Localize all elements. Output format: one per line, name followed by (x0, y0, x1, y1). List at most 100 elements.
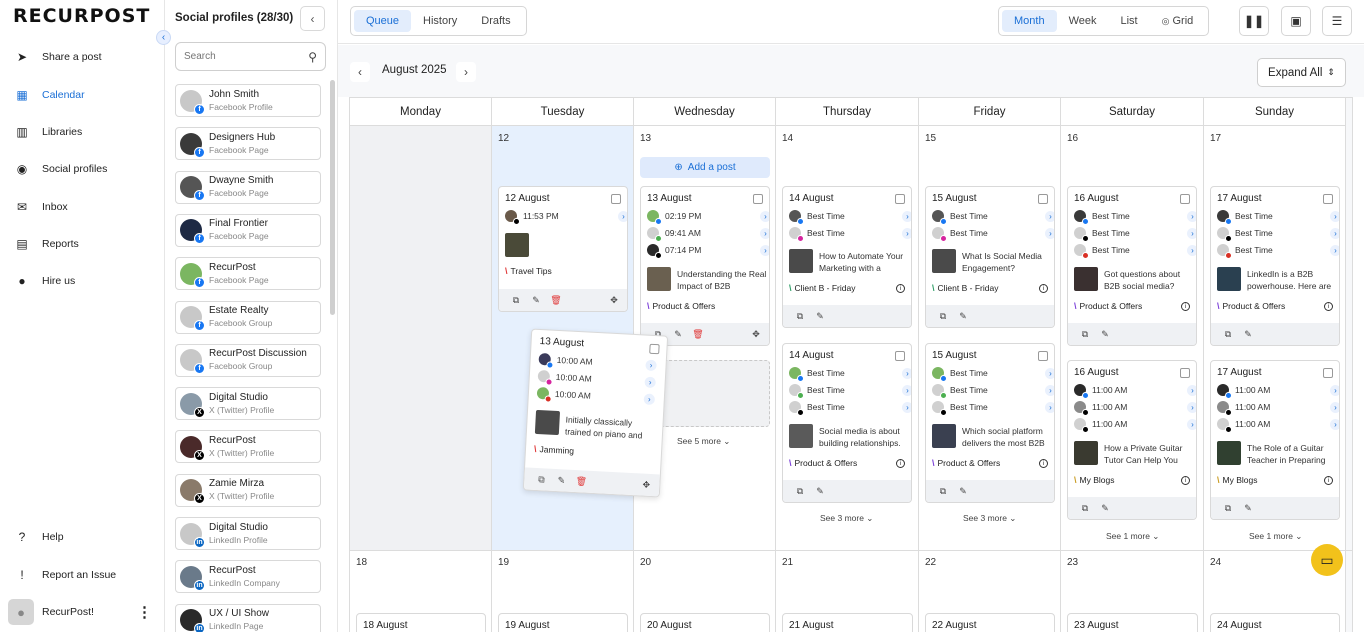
schedule-row[interactable]: Best Time › (1074, 209, 1196, 225)
edit-icon[interactable]: ✎ (956, 309, 970, 323)
select-checkbox[interactable] (1323, 368, 1333, 378)
select-checkbox[interactable] (1323, 194, 1333, 204)
schedule-row[interactable]: Best Time › (932, 209, 1054, 225)
schedule-row[interactable]: 11:53 PM › (505, 209, 627, 225)
info-icon[interactable]: i (896, 284, 905, 293)
info-icon[interactable]: i (1039, 284, 1048, 293)
nav-social-profiles[interactable]: ◉ Social profiles (8, 155, 158, 183)
select-checkbox[interactable] (611, 194, 621, 204)
profile-card[interactable]: f Estate Realty Facebook Group (175, 300, 321, 334)
view-list[interactable]: List (1109, 10, 1150, 32)
schedule-row[interactable]: 07:14 PM › (647, 243, 769, 259)
chevron-right-icon[interactable]: › (644, 376, 656, 388)
profile-card[interactable]: in Digital Studio LinkedIn Profile (175, 517, 321, 550)
user-menu[interactable]: ● RecurPost! ⋮ (8, 598, 158, 626)
schedule-row[interactable]: Best Time › (789, 366, 911, 382)
see-more-link[interactable]: See 1 more ⌄ (1106, 531, 1159, 542)
post-card[interactable]: 17 August Best Time › Best Time › Best Time › L… (1210, 186, 1340, 346)
profile-card[interactable]: f Designers Hub Facebook Page (175, 127, 321, 161)
schedule-row[interactable]: Best Time › (1217, 226, 1339, 242)
select-checkbox[interactable] (649, 343, 660, 355)
preview-icon[interactable]: ⧉ (509, 293, 523, 307)
edit-icon[interactable]: ✎ (1098, 327, 1112, 341)
schedule-row[interactable]: 11:00 AM › (1074, 383, 1196, 399)
profile-card[interactable]: X Digital Studio X (Twitter) Profile (175, 387, 321, 421)
calendar-settings-button[interactable]: ▣ (1281, 6, 1311, 36)
select-checkbox[interactable] (1038, 351, 1048, 361)
schedule-row[interactable]: 11:00 AM › (1074, 417, 1196, 433)
chevron-right-icon[interactable]: › (760, 227, 769, 239)
tab-history[interactable]: History (411, 10, 469, 32)
post-card[interactable]: 15 August Best Time › Best Time › What Is Soc… (925, 186, 1055, 328)
schedule-row[interactable]: Best Time › (789, 226, 911, 242)
post-card[interactable]: 19 August (498, 613, 628, 632)
schedule-row[interactable]: Best Time › (789, 400, 911, 416)
chevron-right-icon[interactable]: › (1330, 384, 1339, 396)
view-week[interactable]: Week (1057, 10, 1109, 32)
move-icon[interactable]: ✥ (639, 477, 654, 492)
post-card[interactable]: 21 August (782, 613, 913, 632)
info-icon[interactable]: i (1324, 476, 1333, 485)
chevron-right-icon[interactable]: › (902, 367, 911, 379)
chevron-right-icon[interactable]: › (902, 401, 911, 413)
schedule-row[interactable]: 11:00 AM › (1217, 383, 1339, 399)
edit-icon[interactable]: ✎ (813, 484, 827, 498)
next-month-button[interactable]: › (456, 62, 476, 82)
schedule-row[interactable]: Best Time › (932, 366, 1054, 382)
edit-icon[interactable]: ✎ (529, 293, 543, 307)
profile-card[interactable]: f John Smith Facebook Profile (175, 84, 321, 117)
post-card[interactable]: 12 August 11:53 PM › \ Travel Tips ⧉ ✎ 🗑 ✥ (498, 186, 628, 312)
chevron-right-icon[interactable]: › (902, 384, 911, 396)
profile-card[interactable]: X RecurPost X (Twitter) Profile (175, 430, 321, 464)
see-more-link[interactable]: See 5 more ⌄ (677, 436, 730, 447)
add-post-button[interactable]: ⊕ Add a post (640, 157, 770, 178)
post-card[interactable]: 16 August Best Time › Best Time › Best Time › G… (1067, 186, 1197, 346)
preview-icon[interactable]: ⧉ (1078, 501, 1092, 515)
schedule-row[interactable]: Best Time › (1217, 209, 1339, 225)
see-more-link[interactable]: See 3 more ⌄ (820, 513, 873, 524)
schedule-row[interactable]: 11:00 AM › (1217, 400, 1339, 416)
info-icon[interactable]: i (1324, 302, 1333, 311)
nav-report-issue[interactable]: ! Report an Issue (8, 561, 158, 589)
scrollbar[interactable] (330, 80, 335, 315)
chevron-right-icon[interactable]: › (1187, 244, 1196, 256)
nav-hire-us[interactable]: ● Hire us (8, 267, 158, 295)
chevron-right-icon[interactable]: › (760, 244, 769, 256)
edit-icon[interactable]: ✎ (1241, 327, 1255, 341)
post-card[interactable]: 18 August (356, 613, 486, 632)
nav-calendar[interactable]: ▦ Calendar (8, 81, 158, 109)
preview-icon[interactable]: ⧉ (793, 484, 807, 498)
post-card[interactable]: 23 August (1067, 613, 1198, 632)
edit-icon[interactable]: ✎ (956, 484, 970, 498)
select-checkbox[interactable] (1038, 194, 1048, 204)
info-icon[interactable]: i (1181, 476, 1190, 485)
tab-queue[interactable]: Queue (354, 10, 412, 32)
chevron-right-icon[interactable]: › (1187, 401, 1196, 413)
chevron-right-icon[interactable]: › (1045, 227, 1054, 239)
nav-share-a-post[interactable]: ➤ Share a post (8, 43, 158, 71)
delete-icon[interactable]: 🗑 (574, 474, 589, 489)
pause-button[interactable]: ❚❚ (1239, 6, 1269, 36)
schedule-row[interactable]: Best Time › (932, 226, 1054, 242)
schedule-row[interactable]: Best Time › (1217, 243, 1339, 259)
edit-icon[interactable]: ✎ (1098, 501, 1112, 515)
chevron-right-icon[interactable]: › (1330, 401, 1339, 413)
preview-icon[interactable]: ⧉ (793, 309, 807, 323)
chevron-right-icon[interactable]: › (902, 210, 911, 222)
post-card[interactable]: 24 August (1210, 613, 1340, 632)
schedule-row[interactable]: Best Time › (1074, 243, 1196, 259)
chevron-right-icon[interactable]: › (1045, 367, 1054, 379)
post-card[interactable]: 16 August 11:00 AM › 11:00 AM › 11:00 AM › How … (1067, 360, 1197, 520)
chevron-right-icon[interactable]: › (1187, 227, 1196, 239)
schedule-row[interactable]: Best Time › (1074, 226, 1196, 242)
schedule-row[interactable]: 11:00 AM › (1217, 417, 1339, 433)
profile-card[interactable]: f Dwayne Smith Facebook Page (175, 170, 321, 204)
schedule-row[interactable]: 09:41 AM › (647, 226, 769, 242)
chevron-right-icon[interactable]: › (1330, 418, 1339, 430)
more-icon[interactable]: ⋮ (137, 603, 152, 621)
chevron-right-icon[interactable]: › (1045, 401, 1054, 413)
schedule-row[interactable]: Best Time › (789, 209, 911, 225)
info-icon[interactable]: i (896, 459, 905, 468)
collapse-nav-icon[interactable]: ‹ (156, 30, 171, 45)
post-card[interactable]: 20 August (640, 613, 770, 632)
